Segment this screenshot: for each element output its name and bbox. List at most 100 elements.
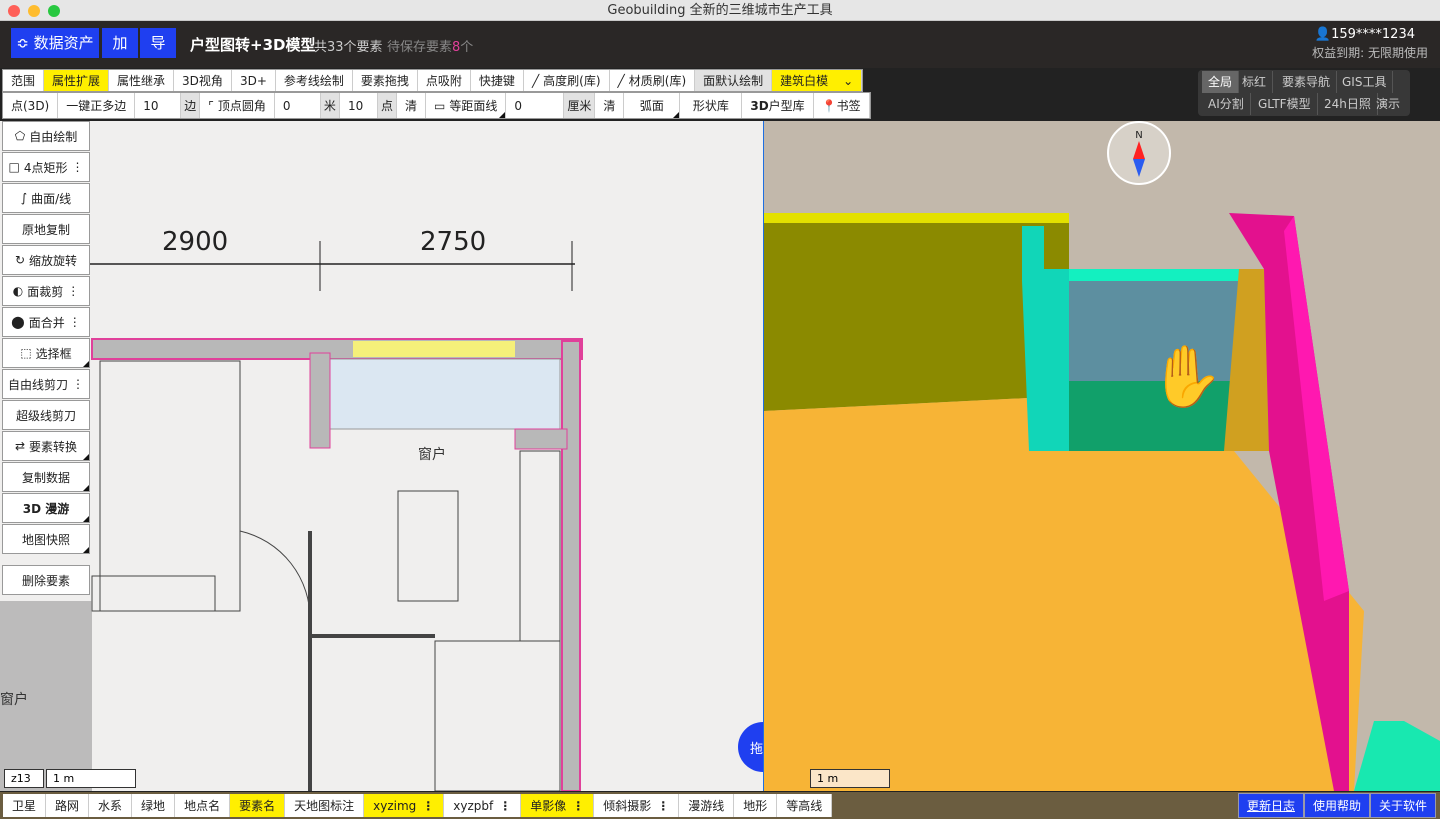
tool-vertex-round[interactable]: ⌜ 顶点圆角 <box>200 93 275 118</box>
tool-point-3d[interactable]: 点(3D) <box>3 93 59 118</box>
tool-default-face[interactable]: 面默认绘制 <box>695 70 773 91</box>
more-icon: ⋮ <box>657 798 670 813</box>
window-controls[interactable] <box>8 5 60 17</box>
points-unit: 点 <box>377 93 397 118</box>
layer-element-names[interactable]: 要素名 <box>230 794 286 817</box>
tool-3d-plus[interactable]: 3D+ <box>232 70 276 91</box>
building-type-select[interactable]: 建筑白模 ⌄ <box>772 70 863 91</box>
offset-unit: 厘米 <box>564 93 596 118</box>
tool-height-brush[interactable]: ╱ 高度刷(库) <box>524 70 610 91</box>
sidebar-super-cut[interactable]: 超级线剪刀 <box>2 400 90 430</box>
rotate-icon: ↻ <box>14 253 26 267</box>
window-title: Geobuilding 全新的三维城市生产工具 <box>607 3 833 18</box>
close-icon[interactable] <box>8 5 20 17</box>
bottom-bar: 卫星 路网 水系 绿地 地点名 要素名 天地图标注 xyzimg ⋮ xyzpbf… <box>0 792 1440 819</box>
more-icon[interactable]: ⋮ <box>72 377 84 391</box>
rectangle-icon: □ <box>8 160 20 174</box>
tab-mark-red[interactable]: 标红 <box>1236 71 1274 93</box>
sidebar-delete[interactable]: 删除要素 <box>2 565 90 595</box>
tool-attr-inherit[interactable]: 属性继承 <box>109 70 175 91</box>
brush-icon: ╱ <box>531 73 540 88</box>
tool-arc[interactable]: 弧面 <box>624 93 681 118</box>
sides-input[interactable]: 10 <box>135 93 182 118</box>
tool-3d-view[interactable]: 3D视角 <box>174 70 232 91</box>
tab-gltf-model[interactable]: GLTF模型 <box>1252 93 1318 115</box>
tool-material-brush[interactable]: ╱ 材质刷(库) <box>610 70 696 91</box>
tool-regular-polygon[interactable]: 一键正多边 <box>58 93 136 118</box>
tool-ref-line[interactable]: 参考线绘制 <box>276 70 353 91</box>
sidebar-map-snapshot[interactable]: 地图快照 <box>2 524 90 554</box>
layer-terrain[interactable]: 地形 <box>734 794 778 817</box>
tool-drag[interactable]: 要素拖拽 <box>353 70 418 91</box>
clear-button[interactable]: 清 <box>397 93 426 118</box>
floor-plan-drawing <box>0 241 583 791</box>
radius-input[interactable]: 0 <box>275 93 321 118</box>
tool-attr-extend[interactable]: 属性扩展 <box>44 70 110 91</box>
tab-global[interactable]: 全局 <box>1202 71 1240 93</box>
split-divider[interactable] <box>763 121 764 791</box>
points-input[interactable]: 10 <box>340 93 378 118</box>
radius-unit: 米 <box>320 93 340 118</box>
tab-element-nav[interactable]: 要素导航 <box>1276 71 1338 93</box>
sidebar-convert[interactable]: ⇄ 要素转换 <box>2 431 90 461</box>
tab-demo[interactable]: 演示 <box>1370 93 1406 115</box>
layer-roam-line[interactable]: 漫游线 <box>679 794 735 817</box>
sidebar-copy-in-place[interactable]: 原地复制 <box>2 214 90 244</box>
add-button[interactable]: 加 <box>102 28 138 58</box>
layer-tianditu-labels[interactable]: 天地图标注 <box>285 794 365 817</box>
layer-place-names[interactable]: 地点名 <box>175 794 231 817</box>
tool-range[interactable]: 范围 <box>3 70 45 91</box>
tool-bookmark[interactable]: 📍 书签 <box>814 93 870 118</box>
sidebar-copy-data[interactable]: 复制数据 <box>2 462 90 492</box>
tool-house-lib[interactable]: 3D 户型库 <box>742 93 814 118</box>
sidebar-face-merge[interactable]: ⬤ 面合并 ⋮ <box>2 307 90 337</box>
sidebar-curve[interactable]: ∫ 曲面/线 <box>2 183 90 213</box>
layer-green[interactable]: 绿地 <box>132 794 176 817</box>
layer-satellite[interactable]: 卫星 <box>3 794 47 817</box>
layer-xyzpbf[interactable]: xyzpbf ⋮ <box>444 794 522 817</box>
maximize-icon[interactable] <box>48 5 60 17</box>
data-assets-button[interactable]: ≎ 数据资产 <box>11 28 99 58</box>
layer-oblique[interactable]: 倾斜摄影 ⋮ <box>594 794 680 817</box>
sidebar-4pt-rect[interactable]: □ 4点矩形 ⋮ <box>2 152 90 182</box>
export-button[interactable]: 导 <box>140 28 176 58</box>
more-icon[interactable]: ⋮ <box>71 160 83 174</box>
sidebar-3d-roam[interactable]: 3D 漫游 <box>2 493 90 523</box>
map-pin-icon: 📍 <box>821 98 837 113</box>
3d-view[interactable]: N ✋ 1 m <box>764 121 1440 791</box>
more-icon[interactable]: ⋮ <box>67 284 79 298</box>
about-link[interactable]: 关于软件 <box>1369 793 1436 818</box>
clear-button-2[interactable]: 清 <box>595 93 625 118</box>
layer-water[interactable]: 水系 <box>89 794 133 817</box>
help-link[interactable]: 使用帮助 <box>1303 793 1370 818</box>
tab-ai-segment[interactable]: AI分割 <box>1202 93 1251 115</box>
sidebar-select-box[interactable]: ⬚ 选择框 <box>2 338 90 368</box>
tab-24h-sunlight[interactable]: 24h日照 <box>1318 93 1378 115</box>
tab-gis-tools[interactable]: GIS工具 <box>1336 71 1394 93</box>
plan-2d-map[interactable]: 2900 2750 窗户 窗户 z13 1 m 拖拽 <box>0 121 763 791</box>
select-box-icon: ⬚ <box>20 346 32 360</box>
tool-shape-lib[interactable]: 形状库 <box>680 93 743 118</box>
sidebar-scale-rotate[interactable]: ↻ 缩放旋转 <box>2 245 90 275</box>
scale-bar-3d: 1 m <box>810 769 890 788</box>
more-icon: ⋮ <box>572 798 585 813</box>
offset-input[interactable]: 0 <box>506 93 565 118</box>
tool-offset-line[interactable]: ▭ 等距面线 <box>426 93 507 118</box>
user-account[interactable]: 👤159****1234 <box>1315 27 1415 42</box>
minimize-icon[interactable] <box>28 5 40 17</box>
tool-shortcuts[interactable]: 快捷键 <box>471 70 524 91</box>
more-icon[interactable]: ⋮ <box>69 315 81 329</box>
tool-snap[interactable]: 点吸附 <box>418 70 471 91</box>
sidebar-free-cut[interactable]: 自由线剪刀 ⋮ <box>2 369 90 399</box>
layer-roads[interactable]: 路网 <box>46 794 90 817</box>
layer-single-image[interactable]: 单影像 ⋮ <box>521 794 595 817</box>
window-titlebar: Geobuilding 全新的三维城市生产工具 <box>0 0 1440 21</box>
changelog-link[interactable]: 更新日志 <box>1237 793 1304 818</box>
rectangle-icon: ▭ <box>433 98 446 113</box>
layer-contours[interactable]: 等高线 <box>777 794 833 817</box>
compass-icon[interactable]: N <box>1107 121 1171 185</box>
dimension-2750: 2750 <box>420 227 487 257</box>
sidebar-free-draw[interactable]: ⬠ 自由绘制 <box>2 121 90 151</box>
layer-xyzimg[interactable]: xyzimg ⋮ <box>364 794 445 817</box>
sidebar-face-clip[interactable]: ◐ 面裁剪 ⋮ <box>2 276 90 306</box>
